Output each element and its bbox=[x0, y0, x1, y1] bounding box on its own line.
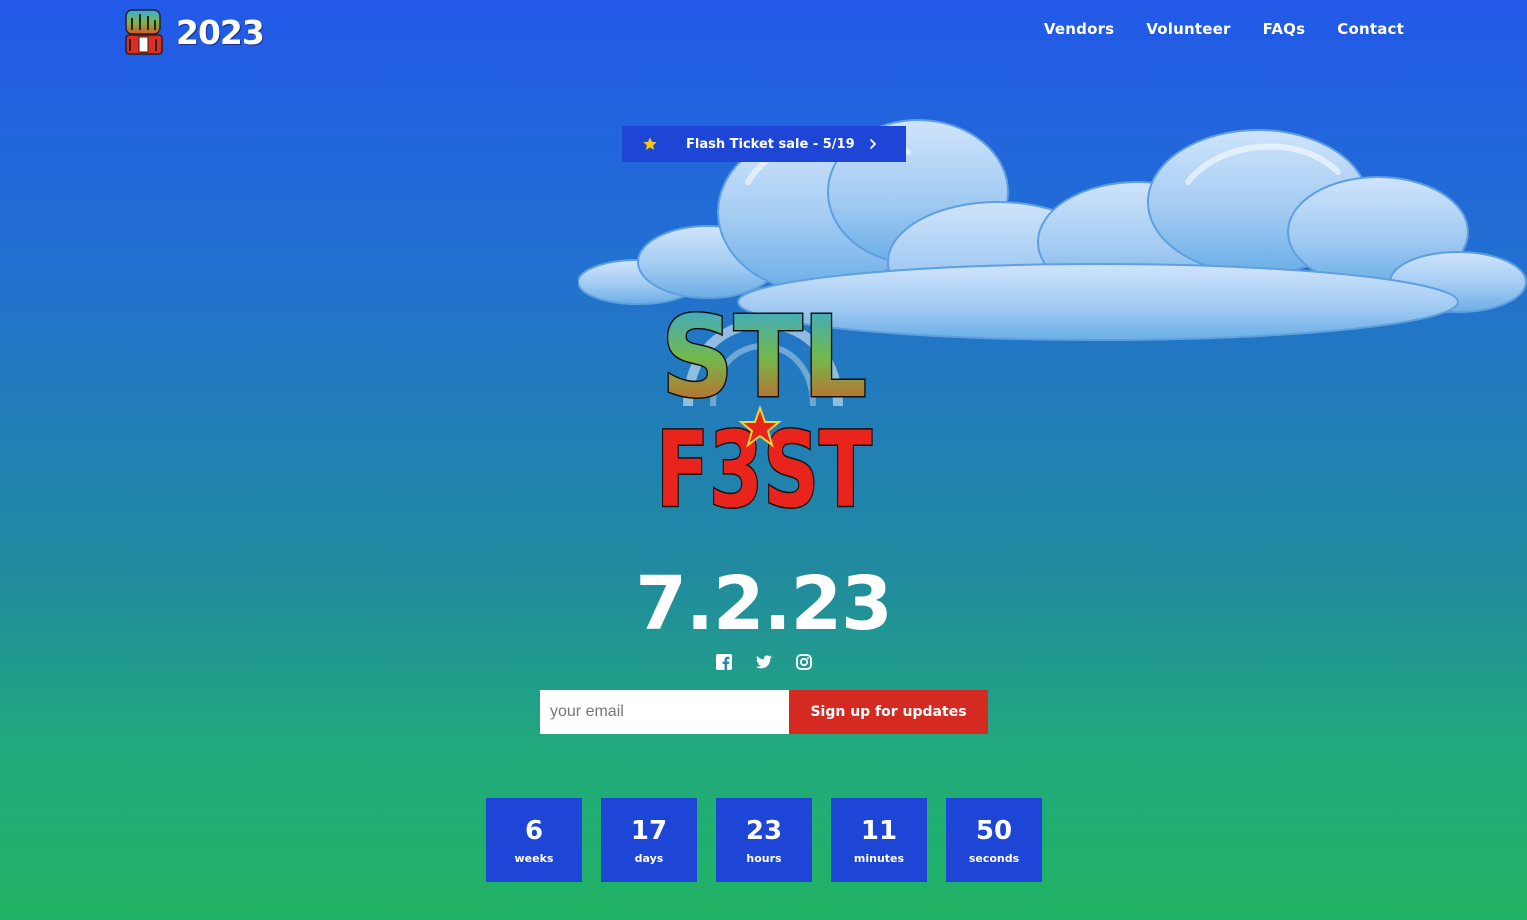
signup-form: Sign up for updates bbox=[540, 690, 988, 734]
countdown-weeks: 6 weeks bbox=[486, 798, 582, 882]
countdown-minutes: 11 minutes bbox=[831, 798, 927, 882]
flash-sale-banner[interactable]: Flash Ticket sale - 5/19 bbox=[622, 126, 906, 162]
countdown-label: seconds bbox=[968, 851, 1020, 865]
site-header: 2023 Vendors Volunteer FAQs Contact bbox=[0, 0, 1527, 64]
countdown-value: 6 bbox=[524, 815, 544, 846]
countdown-label: weeks bbox=[514, 851, 554, 865]
main-nav: Vendors Volunteer FAQs Contact bbox=[1044, 20, 1404, 38]
countdown-seconds: 50 seconds bbox=[946, 798, 1042, 882]
countdown-hours: 23 hours bbox=[716, 798, 812, 882]
nav-volunteer[interactable]: Volunteer bbox=[1146, 20, 1230, 38]
countdown-days: 17 days bbox=[601, 798, 697, 882]
chevron-right-icon bbox=[867, 138, 879, 150]
countdown-value: 17 bbox=[630, 815, 668, 846]
star-icon bbox=[642, 136, 658, 152]
facebook-icon[interactable] bbox=[715, 654, 732, 670]
twitter-icon[interactable] bbox=[755, 654, 772, 670]
nav-faqs[interactable]: FAQs bbox=[1263, 20, 1306, 38]
festival-mini-logo bbox=[125, 9, 163, 55]
countdown-label: days bbox=[634, 851, 664, 865]
nav-vendors[interactable]: Vendors bbox=[1044, 20, 1114, 38]
nav-contact[interactable]: Contact bbox=[1337, 20, 1404, 38]
signup-button[interactable]: Sign up for updates bbox=[789, 690, 988, 734]
email-input[interactable] bbox=[540, 690, 789, 734]
countdown-timer: 6 weeks 17 days 23 hours 11 minutes 50 s… bbox=[486, 798, 1042, 882]
countdown-label: hours bbox=[746, 851, 782, 865]
logo-line-1: STL bbox=[661, 293, 867, 423]
countdown-label: minutes bbox=[853, 851, 905, 865]
social-links bbox=[0, 654, 1527, 670]
countdown-value: 50 bbox=[975, 815, 1013, 846]
brand-home-link[interactable]: 2023 bbox=[124, 8, 265, 56]
flash-sale-text: Flash Ticket sale - 5/19 bbox=[686, 136, 855, 152]
countdown-value: 23 bbox=[745, 815, 783, 846]
brand-year: 2023 bbox=[176, 12, 265, 52]
stl-fest-logo: STL F3ST bbox=[655, 292, 874, 515]
event-date: 7.2.23 bbox=[635, 561, 892, 647]
countdown-value: 11 bbox=[860, 815, 898, 846]
instagram-icon[interactable] bbox=[795, 654, 812, 670]
